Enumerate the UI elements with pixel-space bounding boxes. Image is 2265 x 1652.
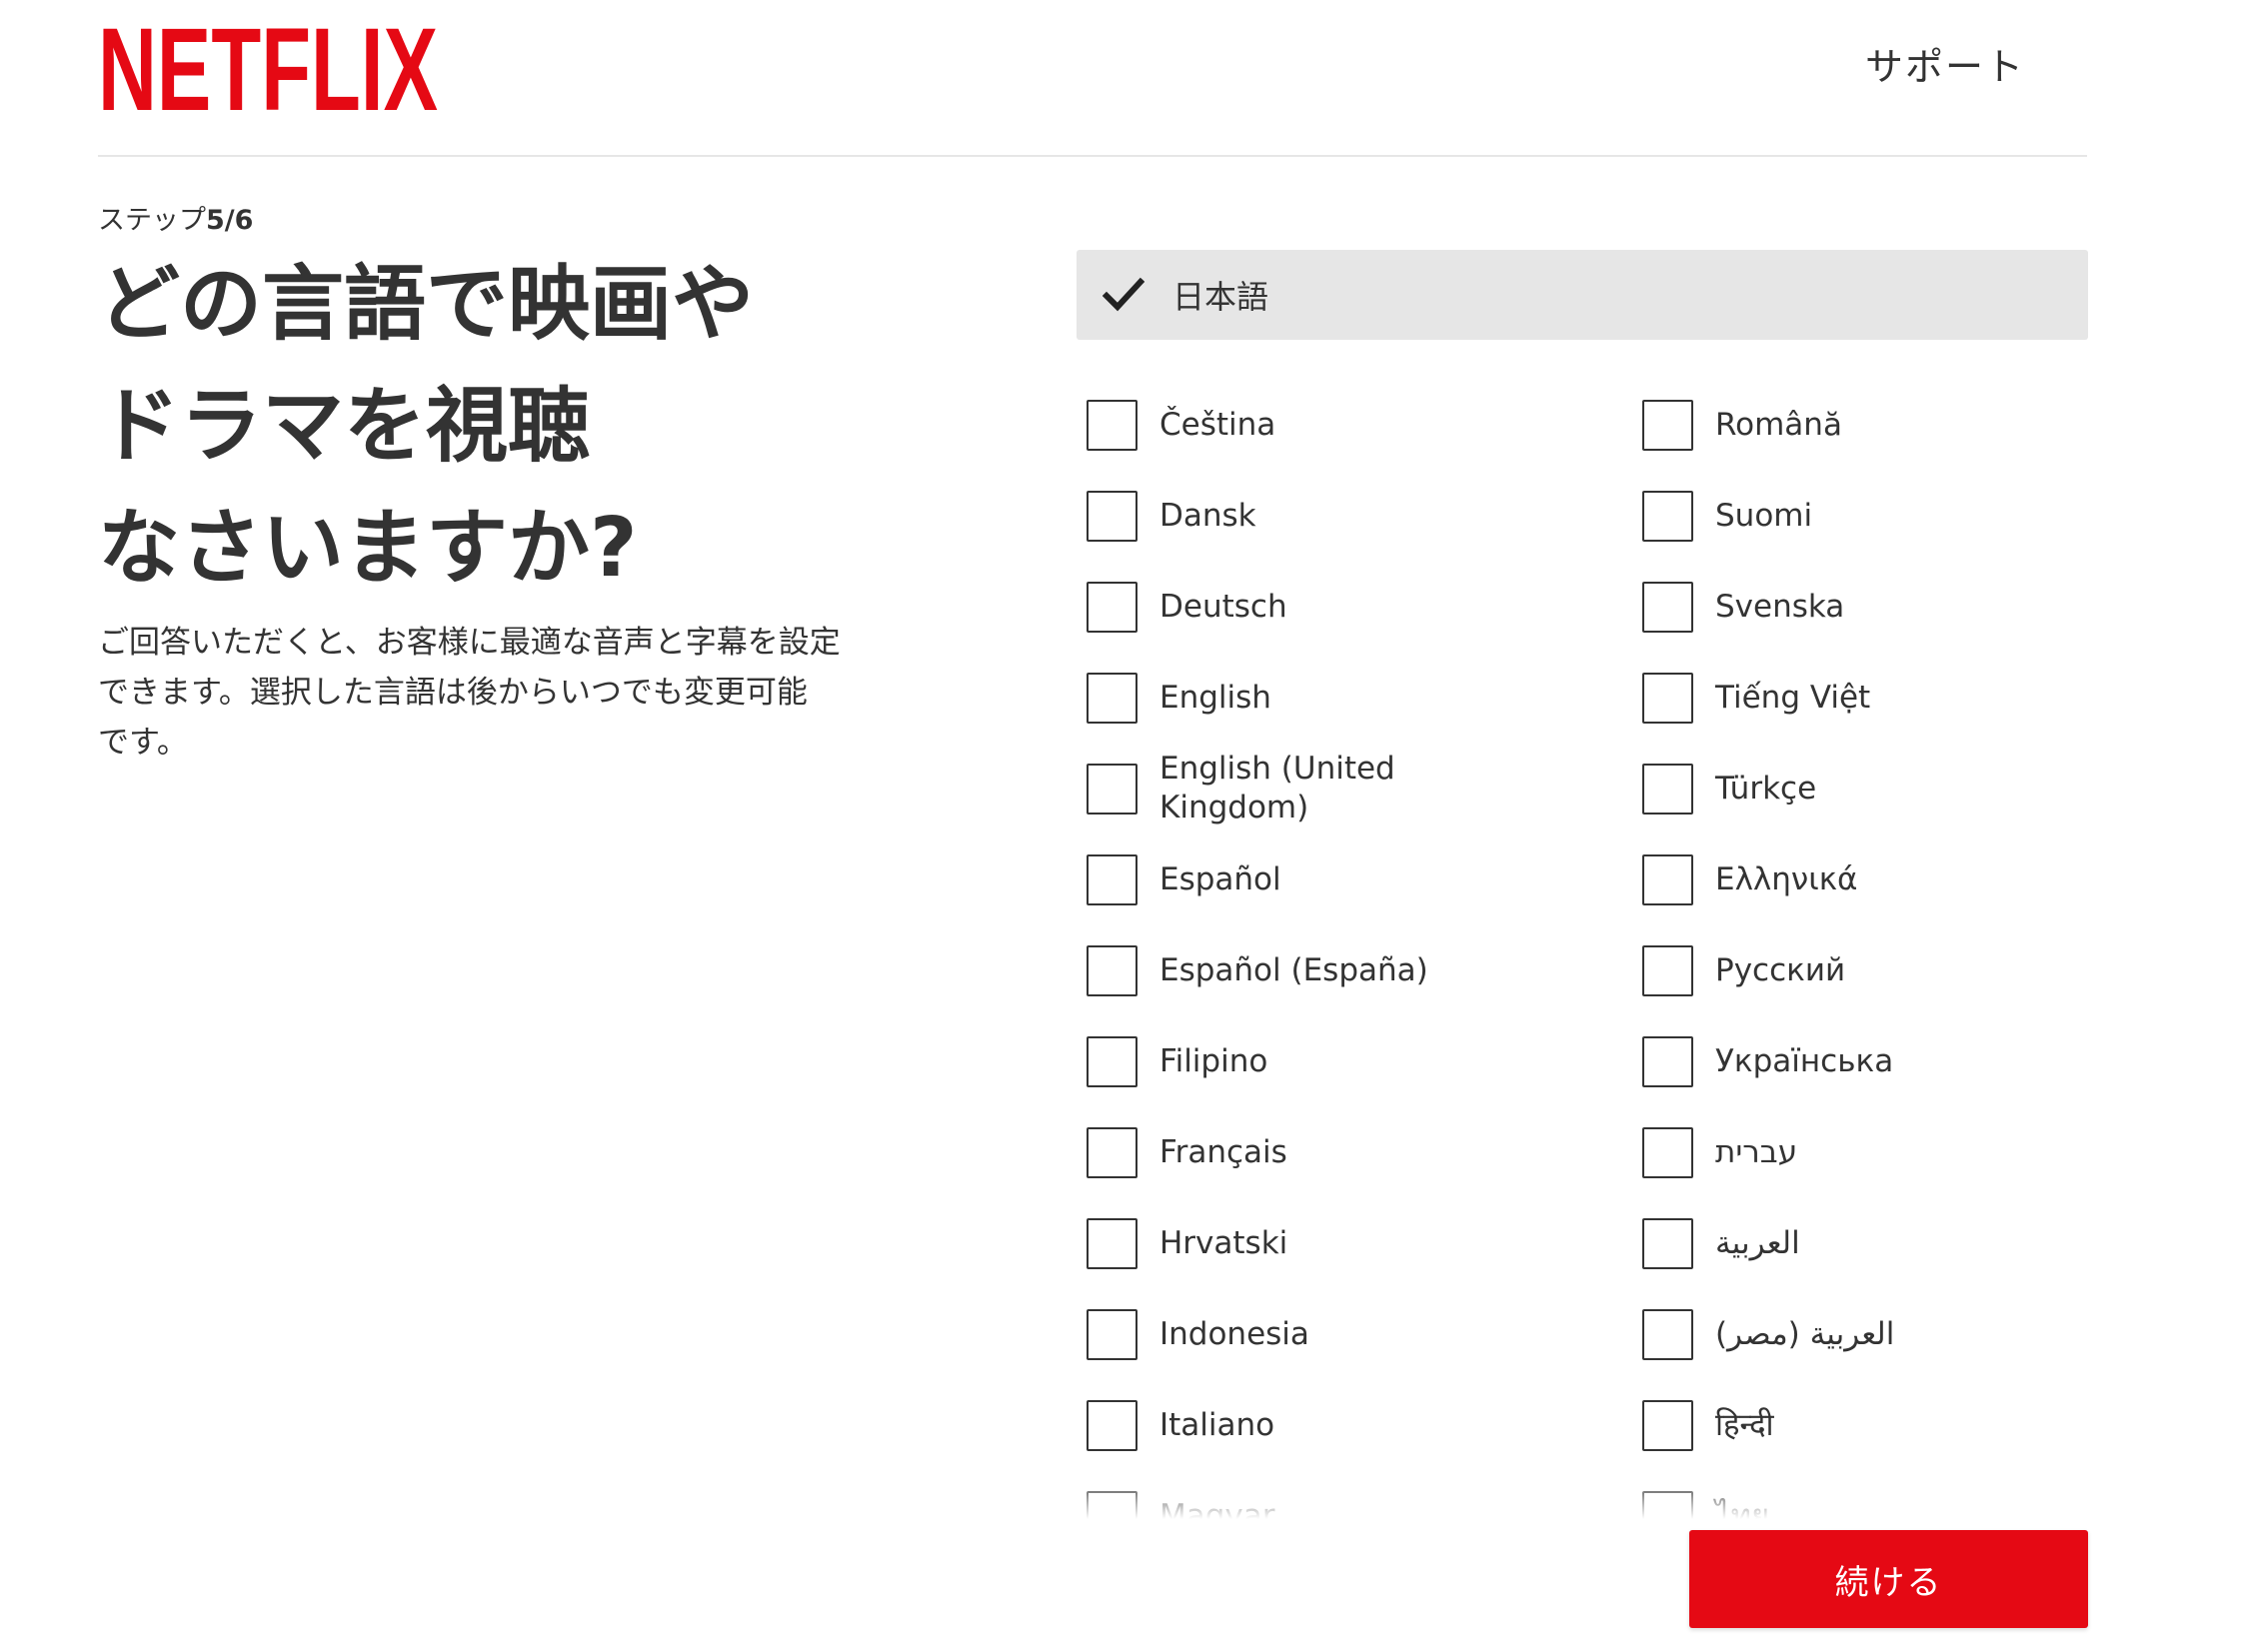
language-option[interactable]: Hrvatski (1087, 1203, 1586, 1283)
language-checkbox[interactable] (1642, 490, 1693, 542)
language-option[interactable]: עברית (1642, 1112, 2088, 1192)
language-checkbox[interactable] (1642, 581, 1693, 633)
language-checkbox[interactable] (1087, 1490, 1137, 1519)
language-label: Español (España) (1159, 951, 1428, 988)
language-option[interactable]: Українська (1642, 1021, 2088, 1101)
language-checkbox[interactable] (1087, 944, 1137, 996)
language-label: Türkçe (1715, 770, 1817, 807)
language-option[interactable]: Magyar (1087, 1476, 1586, 1519)
description-line: ご回答いただくと、お客様に最適な音声と字幕を設定 (98, 625, 841, 661)
language-checkbox[interactable] (1087, 853, 1137, 905)
support-link[interactable]: サポート (1865, 36, 2025, 91)
language-option[interactable]: Dansk (1087, 476, 1586, 556)
language-label: Filipino (1159, 1042, 1268, 1079)
netflix-logo[interactable]: NETFLIX (98, 14, 438, 120)
language-option[interactable]: Ελληνικά (1642, 839, 2088, 919)
language-option[interactable]: English (1087, 658, 1586, 738)
title-line: ドラマを視聴 (98, 379, 591, 474)
header-divider (98, 155, 2087, 157)
checkmark-icon (1103, 277, 1144, 312)
language-option[interactable]: Français (1087, 1112, 1586, 1192)
language-label: Suomi (1715, 497, 1813, 534)
language-label: Svenska (1715, 588, 1845, 625)
language-label: Українська (1715, 1042, 1894, 1079)
page-description: ご回答いただくと、お客様に最適な音声と字幕を設定 できます。選択した言語は後から… (98, 618, 898, 768)
language-checkbox[interactable] (1642, 944, 1693, 996)
netflix-logo-text: NETFLIX (98, 14, 438, 120)
language-checkbox[interactable] (1087, 1126, 1137, 1178)
language-checkbox[interactable] (1087, 672, 1137, 724)
step-count: 5/6 (206, 205, 254, 236)
title-line: なさいますか? (98, 501, 638, 596)
language-checkbox[interactable] (1642, 1308, 1693, 1360)
language-checkbox[interactable] (1642, 672, 1693, 724)
language-checkbox[interactable] (1642, 853, 1693, 905)
language-option[interactable]: Română (1642, 385, 2088, 465)
description-line: です。 (98, 725, 188, 761)
language-checkbox[interactable] (1087, 1035, 1137, 1087)
language-checkbox[interactable] (1642, 1399, 1693, 1451)
language-option[interactable]: Español (1087, 839, 1586, 919)
continue-button[interactable]: 続ける (1689, 1530, 2088, 1628)
language-label: Ελληνικά (1715, 860, 1858, 897)
language-option[interactable]: Indonesia (1087, 1294, 1586, 1374)
language-option[interactable]: Tiếng Việt (1642, 658, 2088, 738)
primary-language-label: 日本語 (1172, 278, 1269, 316)
language-list[interactable]: Čeština Dansk Deutsch English English (Unite… (1077, 385, 2088, 1519)
language-label: Indonesia (1159, 1315, 1309, 1352)
language-option[interactable]: English (United Kingdom) (1087, 749, 1586, 828)
language-option[interactable]: العربية (مصر) (1642, 1294, 2088, 1374)
description-line: できます。選択した言語は後からいつでも変更可能 (98, 675, 808, 711)
language-label: Español (1159, 860, 1281, 897)
primary-language-option[interactable]: 日本語 (1077, 250, 2088, 340)
language-label: English (1159, 679, 1271, 716)
language-label: עברית (1715, 1133, 1798, 1170)
signup-page: NETFLIX サポート ステップ5/6 どの言語で映画や ドラマを視聴 なさい… (0, 0, 2265, 1652)
language-label: Magyar (1159, 1497, 1275, 1520)
language-label: हिन्दी (1715, 1406, 1774, 1443)
language-option[interactable]: Čeština (1087, 385, 1586, 465)
language-label: Deutsch (1159, 588, 1287, 625)
language-checkbox[interactable] (1087, 399, 1137, 451)
step-indicator: ステップ5/6 (98, 198, 253, 237)
language-label: ไทย (1715, 1497, 1770, 1520)
language-label: Italiano (1159, 1406, 1275, 1443)
language-option[interactable]: Русский (1642, 930, 2088, 1010)
language-label: العربية (مصر) (1715, 1315, 1895, 1352)
language-checkbox[interactable] (1087, 581, 1137, 633)
step-prefix: ステップ (98, 205, 206, 236)
language-label: English (United Kingdom) (1159, 751, 1395, 826)
language-checkbox[interactable] (1642, 1126, 1693, 1178)
language-label: Русский (1715, 951, 1846, 988)
language-label: العربية (1715, 1224, 1800, 1261)
language-checkbox[interactable] (1642, 1035, 1693, 1087)
language-checkbox[interactable] (1642, 1217, 1693, 1269)
language-checkbox[interactable] (1642, 1490, 1693, 1519)
language-option[interactable]: हिन्दी (1642, 1385, 2088, 1465)
language-option[interactable]: Suomi (1642, 476, 2088, 556)
language-option[interactable]: Deutsch (1087, 567, 1586, 647)
language-checkbox[interactable] (1087, 763, 1137, 815)
page-title: どの言語で映画や ドラマを視聴 なさいますか? (98, 244, 798, 610)
language-checkbox[interactable] (1087, 1217, 1137, 1269)
language-option[interactable]: ไทย (1642, 1476, 2088, 1519)
language-label: Čeština (1159, 406, 1276, 443)
language-label: Français (1159, 1133, 1287, 1170)
title-line: どの言語で映画や (98, 257, 755, 352)
language-option[interactable]: Español (España) (1087, 930, 1586, 1010)
language-checkbox[interactable] (1087, 1399, 1137, 1451)
language-label: Dansk (1159, 497, 1256, 534)
language-option[interactable]: Svenska (1642, 567, 2088, 647)
language-checkbox[interactable] (1087, 490, 1137, 542)
language-label: Tiếng Việt (1715, 679, 1871, 716)
language-checkbox[interactable] (1642, 763, 1693, 815)
language-option[interactable]: Italiano (1087, 1385, 1586, 1465)
language-option[interactable]: Türkçe (1642, 749, 2088, 828)
language-checkbox[interactable] (1642, 399, 1693, 451)
language-label: Română (1715, 406, 1842, 443)
language-option[interactable]: Filipino (1087, 1021, 1586, 1101)
language-checkbox[interactable] (1087, 1308, 1137, 1360)
language-option[interactable]: العربية (1642, 1203, 2088, 1283)
language-label: Hrvatski (1159, 1224, 1288, 1261)
